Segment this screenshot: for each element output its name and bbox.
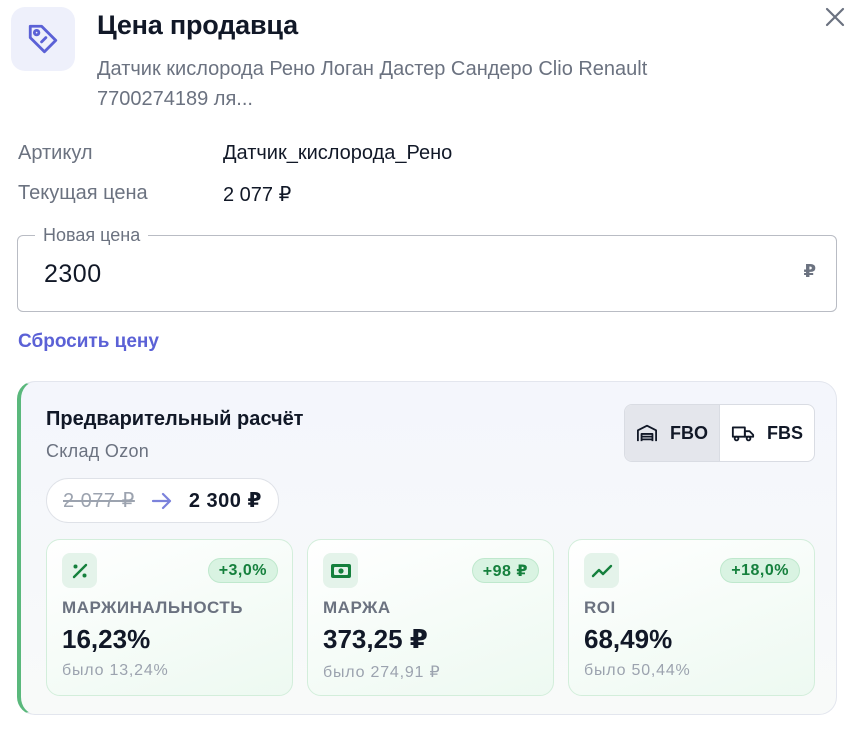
calc-title: Предварительный расчёт: [46, 408, 304, 430]
metric-card-margin: +98 ₽ МАРЖА 373,25 ₽ было 274,91 ₽: [307, 539, 554, 696]
close-button[interactable]: [820, 2, 850, 32]
delta-badge: +3,0%: [207, 558, 278, 583]
delta-badge: +18,0%: [720, 558, 800, 583]
fbs-button[interactable]: FBS: [719, 405, 814, 461]
metric-card-margin-rate: +3,0% МАРЖИНАЛЬНОСТЬ 16,23% было 13,24%: [46, 539, 293, 696]
price-tag-icon: [11, 7, 75, 71]
calc-subtitle: Склад Ozon: [46, 441, 150, 461]
currency-symbol: ₽: [803, 261, 816, 281]
new-price: 2 300 ₽: [188, 490, 262, 512]
old-price: 2 077 ₽: [63, 490, 135, 512]
fbs-label: FBS: [767, 422, 803, 443]
new-price-field: Новая цена ₽: [17, 224, 837, 312]
page-title: Цена продавца: [97, 10, 298, 40]
metric-value: 16,23%: [62, 624, 151, 654]
sku-value: Датчик_кислорода_Рено: [223, 142, 453, 164]
new-price-input[interactable]: [44, 254, 744, 294]
delta-badge: +98 ₽: [471, 558, 539, 583]
product-name: Датчик кислорода Рено Логан Дастер Санде…: [97, 58, 648, 110]
new-price-label: Новая цена: [35, 224, 149, 246]
preliminary-calc-card: Предварительный расчёт Склад Ozon FBO FB…: [17, 381, 837, 715]
metric-value: 373,25 ₽: [323, 624, 428, 654]
metric-previous: было 50,44%: [584, 662, 691, 679]
warehouse-icon: [637, 424, 657, 442]
truck-icon: [731, 426, 755, 442]
arrow-right-icon: [151, 492, 171, 509]
current-price-value: 2 077 ₽: [223, 184, 292, 206]
close-icon: [825, 7, 845, 27]
metric-previous: было 13,24%: [62, 662, 169, 679]
fulfillment-toggle: FBO FBS: [624, 404, 815, 462]
fbo-label: FBO: [670, 422, 708, 443]
banknote-icon: [323, 553, 358, 588]
percent-icon: [62, 553, 97, 588]
price-change-pill: 2 077 ₽ 2 300 ₽: [46, 478, 279, 523]
reset-price-link[interactable]: Сбросить цену: [18, 331, 159, 353]
fbo-button[interactable]: FBO: [625, 405, 719, 461]
trend-up-icon: [584, 553, 619, 588]
metric-previous: было 274,91 ₽: [323, 664, 441, 681]
metric-label: МАРЖА: [323, 598, 391, 617]
current-price-label: Текущая цена: [18, 182, 148, 204]
metric-label: МАРЖИНАЛЬНОСТЬ: [62, 598, 244, 617]
metric-label: ROI: [584, 598, 616, 617]
metric-value: 68,49%: [584, 624, 673, 654]
sku-label: Артикул: [18, 142, 93, 164]
metric-card-roi: +18,0% ROI 68,49% было 50,44%: [568, 539, 815, 696]
